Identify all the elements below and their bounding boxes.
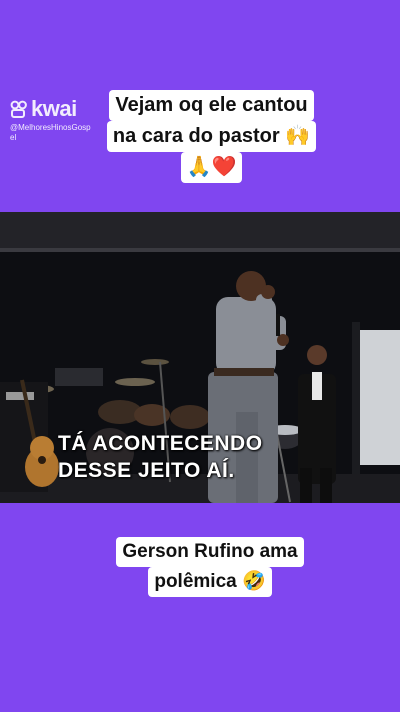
video-subtitle: TÁ ACONTECENDO DESSE JEITO AÍ. xyxy=(58,430,263,484)
subtitle-line-2: DESSE JEITO AÍ. xyxy=(58,459,235,482)
cymbal-right xyxy=(141,359,169,365)
top-caption: Vejam oq ele cantou na cara do pastor 🙌 … xyxy=(95,90,328,183)
kwai-watermark: kwai @MelhoresHinosGospel xyxy=(10,96,92,143)
kwai-logo: kwai xyxy=(10,96,92,122)
top-caption-line-1: Vejam oq ele cantou xyxy=(109,90,314,121)
kwai-brand-text: kwai xyxy=(31,96,77,121)
kwai-handle: @MelhoresHinosGospel xyxy=(10,123,91,142)
subtitle-line-1: TÁ ACONTECENDO xyxy=(58,432,263,455)
bottom-caption-line-1: Gerson Rufino ama xyxy=(116,537,304,567)
bottom-caption: Gerson Rufino ama polêmica 🤣 xyxy=(108,537,312,597)
bottom-caption-line-2: polêmica 🤣 xyxy=(148,567,272,597)
drum-right xyxy=(170,405,210,429)
kwai-logo-icon xyxy=(10,100,27,118)
top-caption-line-3: 🙏❤️ xyxy=(180,152,243,183)
top-caption-line-2: na cara do pastor 🙌 xyxy=(106,121,317,152)
cymbal-mid xyxy=(115,378,155,386)
